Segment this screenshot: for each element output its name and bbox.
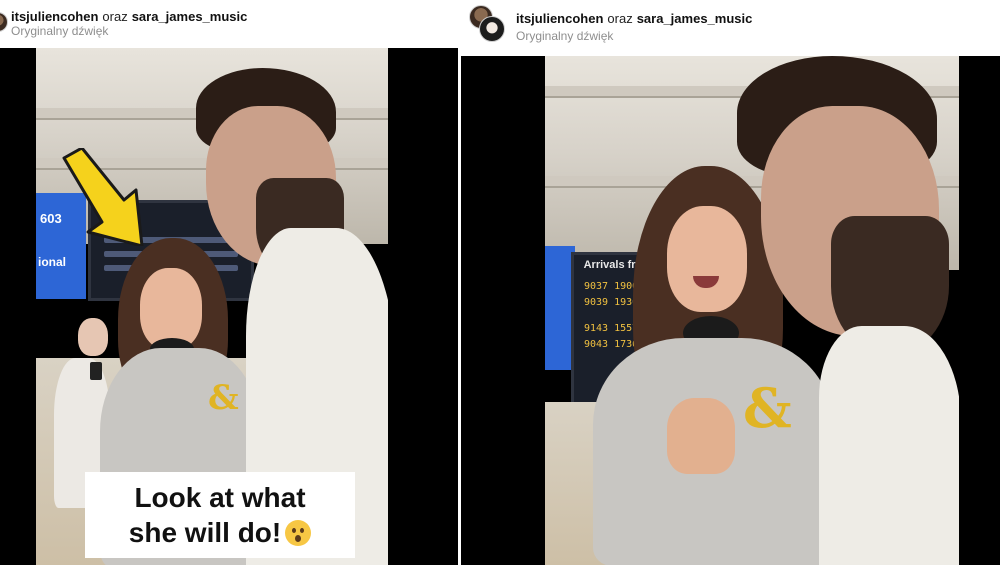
caption-line-1: Look at what [134, 482, 306, 513]
author-link[interactable]: itsjuliencohen [516, 11, 603, 26]
post-right: itsjuliencohen oraz sara_james_music Orygi… [461, 0, 1000, 565]
post-header: itsjuliencohen oraz sara_james_music Orygi… [461, 0, 1000, 48]
caption-line-2: she will do! [128, 517, 282, 548]
coauthor-avatar[interactable] [479, 16, 505, 42]
author-line: itsjuliencohen oraz sara_james_music [516, 11, 752, 26]
man [737, 56, 959, 565]
surprised-face-icon [285, 520, 312, 546]
video-player[interactable]: Arrivals from 9037 1900 9039 1930 9143 1… [461, 56, 1000, 565]
separator-text: oraz [607, 11, 633, 26]
user-avatar[interactable] [0, 12, 8, 32]
separator-text: oraz [102, 9, 128, 24]
hands [667, 398, 735, 474]
post-header: itsjuliencohen oraz sara_james_music Orygi… [0, 0, 458, 48]
coauthor-link[interactable]: sara_james_music [637, 11, 753, 26]
video-caption: Look at what she will do! [85, 472, 355, 558]
coauthor-link[interactable]: sara_james_music [132, 9, 248, 24]
audio-label[interactable]: Oryginalny dźwięk [516, 29, 613, 43]
author-line: itsjuliencohen oraz sara_james_music [11, 9, 247, 24]
pointer-arrow-icon [62, 148, 144, 246]
video-player[interactable]: 603 ional & Look at what she will do! [0, 48, 458, 565]
post-left: itsjuliencohen oraz sara_james_music Orygi… [0, 0, 458, 565]
audio-label[interactable]: Oryginalny dźwięk [11, 24, 108, 38]
video-frame: Arrivals from 9037 1900 9039 1930 9143 1… [545, 56, 959, 565]
author-link[interactable]: itsjuliencohen [11, 9, 98, 24]
